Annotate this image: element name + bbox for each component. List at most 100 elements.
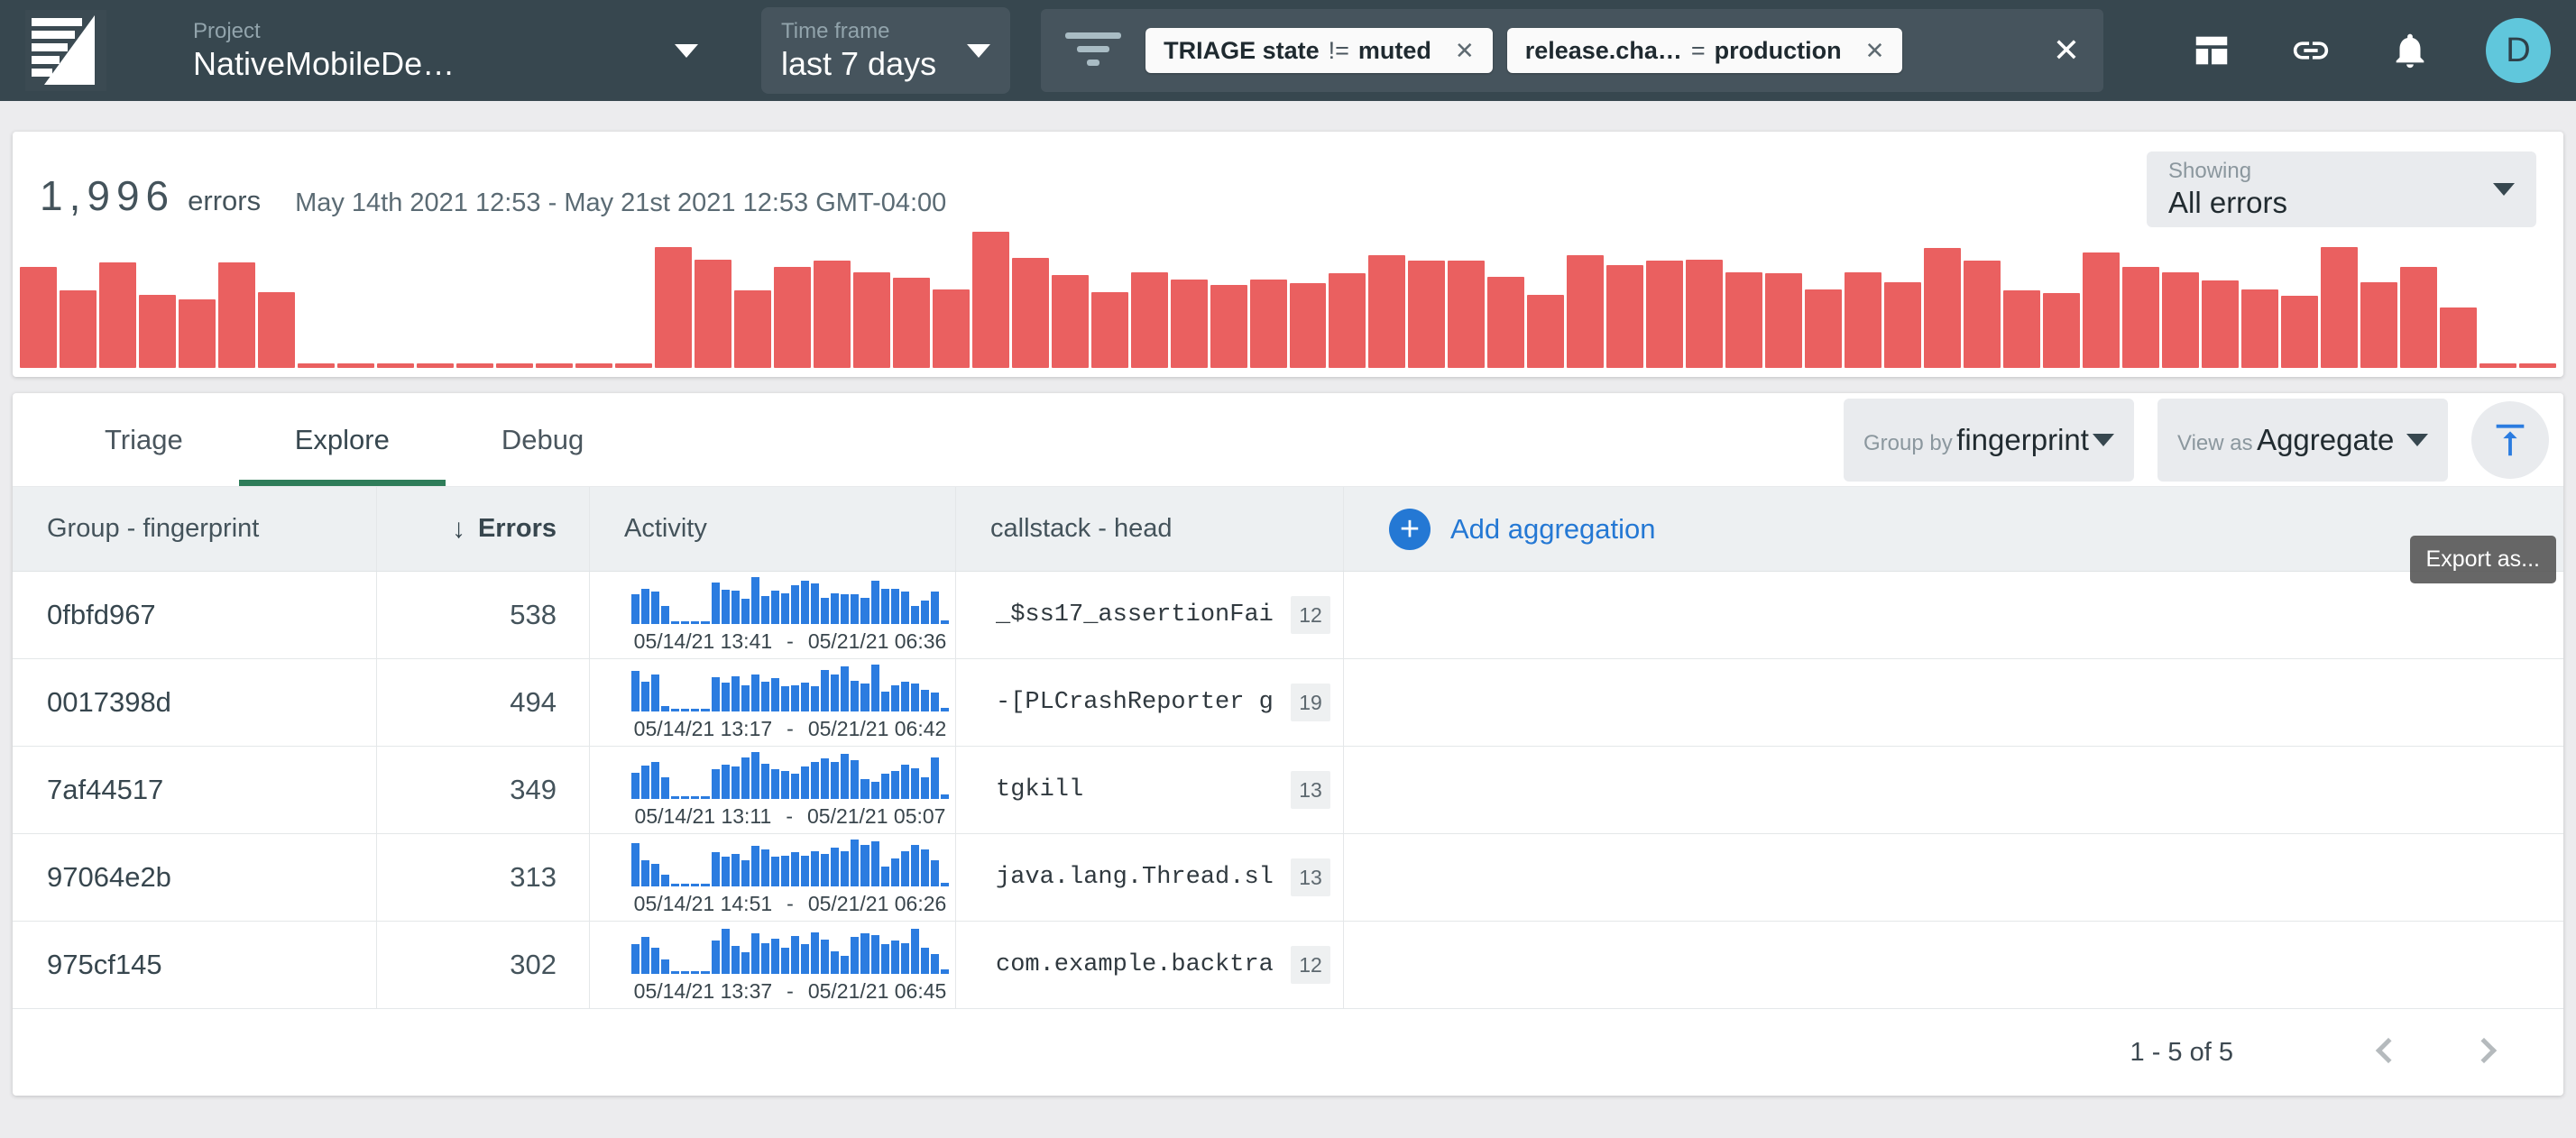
dashboard-layout-button[interactable] <box>2188 27 2235 74</box>
table-row[interactable]: 0fbfd967 538 05/14/21 13:41 - 05/21/21 0… <box>13 572 2563 659</box>
histogram-bar[interactable] <box>377 363 414 368</box>
histogram-bar[interactable] <box>20 267 57 368</box>
histogram-bar[interactable] <box>2360 282 2397 368</box>
histogram-bar[interactable] <box>1171 280 1208 368</box>
histogram-bar[interactable] <box>695 260 731 368</box>
histogram-bar[interactable] <box>1845 272 1881 368</box>
histogram-bar[interactable] <box>2241 289 2278 368</box>
tab-debug[interactable]: Debug <box>446 393 639 486</box>
user-avatar[interactable]: D <box>2486 18 2551 83</box>
histogram-bar[interactable] <box>1368 255 1405 368</box>
histogram-bar[interactable] <box>218 262 255 368</box>
histogram-bar[interactable] <box>456 363 493 368</box>
histogram-bar[interactable] <box>615 363 652 368</box>
timeframe-select[interactable]: Time frame last 7 days <box>761 7 1010 94</box>
add-aggregation-button[interactable]: + Add aggregation <box>1344 487 2563 571</box>
column-header-callstack-head[interactable]: callstack - head <box>956 487 1344 571</box>
column-header-group-fingerprint[interactable]: Group - fingerprint <box>13 487 377 571</box>
histogram-bar[interactable] <box>1646 261 1683 368</box>
histogram-bar[interactable] <box>1964 261 2001 368</box>
column-header-activity[interactable]: Activity <box>590 487 956 571</box>
group-by-select[interactable]: Group by fingerprint <box>1844 399 2134 482</box>
histogram-bar[interactable] <box>536 363 573 368</box>
histogram-bar[interactable] <box>1567 255 1604 368</box>
histogram-bar[interactable] <box>2122 267 2159 368</box>
fingerprint-cell-value[interactable]: 97064e2b <box>13 834 377 921</box>
histogram-bar[interactable] <box>1686 260 1723 368</box>
histogram-bar[interactable] <box>893 278 930 368</box>
histogram-bar[interactable] <box>1210 285 1247 368</box>
histogram-bar[interactable] <box>2321 247 2358 368</box>
histogram-bar[interactable] <box>496 363 533 368</box>
histogram-bar[interactable] <box>1329 273 1366 368</box>
histogram-bar[interactable] <box>1805 289 1842 368</box>
histogram-bar[interactable] <box>734 290 771 368</box>
histogram-bar[interactable] <box>814 261 851 368</box>
filter-bar[interactable]: TRIAGE state != muted ✕ release.cha… = p… <box>1041 9 2103 92</box>
histogram-bar[interactable] <box>2400 267 2437 368</box>
table-row[interactable]: 975cf145 302 05/14/21 13:37 - 05/21/21 0… <box>13 922 2563 1009</box>
clear-filters-button[interactable]: ✕ <box>2053 32 2080 69</box>
histogram-bar[interactable] <box>2479 363 2516 368</box>
column-header-errors[interactable]: ↓ Errors <box>377 487 590 571</box>
chip-close-icon[interactable]: ✕ <box>1865 37 1885 65</box>
histogram-bar[interactable] <box>1606 265 1643 368</box>
histogram-bar[interactable] <box>972 232 1009 368</box>
histogram-bar[interactable] <box>1131 272 1168 368</box>
histogram-bar[interactable] <box>1091 292 1128 368</box>
filter-chip[interactable]: release.cha… = production ✕ <box>1507 28 1903 73</box>
histogram-bar[interactable] <box>99 262 136 368</box>
histogram-bar[interactable] <box>139 295 176 368</box>
fingerprint-cell-value[interactable]: 0017398d <box>13 659 377 746</box>
histogram-bar[interactable] <box>1408 261 1445 368</box>
histogram-bar[interactable] <box>258 292 295 368</box>
histogram-bar[interactable] <box>1725 272 1762 368</box>
histogram-bar[interactable] <box>2003 290 2040 368</box>
histogram-bar[interactable] <box>1012 258 1049 368</box>
fingerprint-cell-value[interactable]: 0fbfd967 <box>13 572 377 658</box>
histogram-bar[interactable] <box>575 363 612 368</box>
histogram-bar[interactable] <box>1487 277 1524 368</box>
table-row[interactable]: 7af44517 349 05/14/21 13:11 - 05/21/21 0… <box>13 747 2563 834</box>
showing-select[interactable]: Showing All errors <box>2147 151 2536 227</box>
histogram-bar[interactable] <box>417 363 454 368</box>
table-row[interactable]: 97064e2b 313 05/14/21 14:51 - 05/21/21 0… <box>13 834 2563 922</box>
histogram-bar[interactable] <box>853 272 890 368</box>
histogram-bar[interactable] <box>2519 363 2556 368</box>
histogram-bar[interactable] <box>2043 293 2080 368</box>
histogram-bar[interactable] <box>2162 272 2199 368</box>
histogram-bar[interactable] <box>1765 273 1802 368</box>
export-button[interactable] <box>2471 401 2549 479</box>
histogram-bar[interactable] <box>1290 283 1327 368</box>
histogram-bar[interactable] <box>1884 282 1921 368</box>
tab-explore[interactable]: Explore <box>239 393 446 486</box>
fingerprint-cell-value[interactable]: 7af44517 <box>13 747 377 833</box>
backtrace-logo-icon[interactable] <box>25 10 106 91</box>
histogram-bar[interactable] <box>298 363 335 368</box>
histogram-bar[interactable] <box>1924 248 1961 368</box>
table-row[interactable]: 0017398d 494 05/14/21 13:17 - 05/21/21 0… <box>13 659 2563 747</box>
histogram-bar[interactable] <box>1527 295 1564 368</box>
histogram-bar[interactable] <box>933 289 970 368</box>
histogram-bar[interactable] <box>2202 280 2239 368</box>
histogram-bar[interactable] <box>1448 261 1485 368</box>
histogram-bar[interactable] <box>2281 296 2318 368</box>
filter-chip[interactable]: TRIAGE state != muted ✕ <box>1145 28 1493 73</box>
next-page-button[interactable] <box>2462 1031 2506 1074</box>
histogram-bar[interactable] <box>1052 275 1089 368</box>
project-select[interactable]: Project NativeMobileDe… <box>193 18 698 83</box>
histogram-bar[interactable] <box>1250 280 1287 368</box>
histogram-bar[interactable] <box>179 299 216 368</box>
histogram-bar[interactable] <box>337 363 374 368</box>
view-as-select[interactable]: View as Aggregate <box>2157 399 2448 482</box>
histogram-bar[interactable] <box>2440 307 2477 368</box>
histogram-bar[interactable] <box>2083 252 2120 368</box>
notifications-button[interactable] <box>2387 27 2433 74</box>
share-link-button[interactable] <box>2287 27 2334 74</box>
histogram-bar[interactable] <box>774 267 811 368</box>
histogram-bar[interactable] <box>655 247 692 368</box>
fingerprint-cell-value[interactable]: 975cf145 <box>13 922 377 1008</box>
tab-triage[interactable]: Triage <box>49 393 239 486</box>
chip-close-icon[interactable]: ✕ <box>1455 37 1475 65</box>
previous-page-button[interactable] <box>2367 1031 2410 1074</box>
